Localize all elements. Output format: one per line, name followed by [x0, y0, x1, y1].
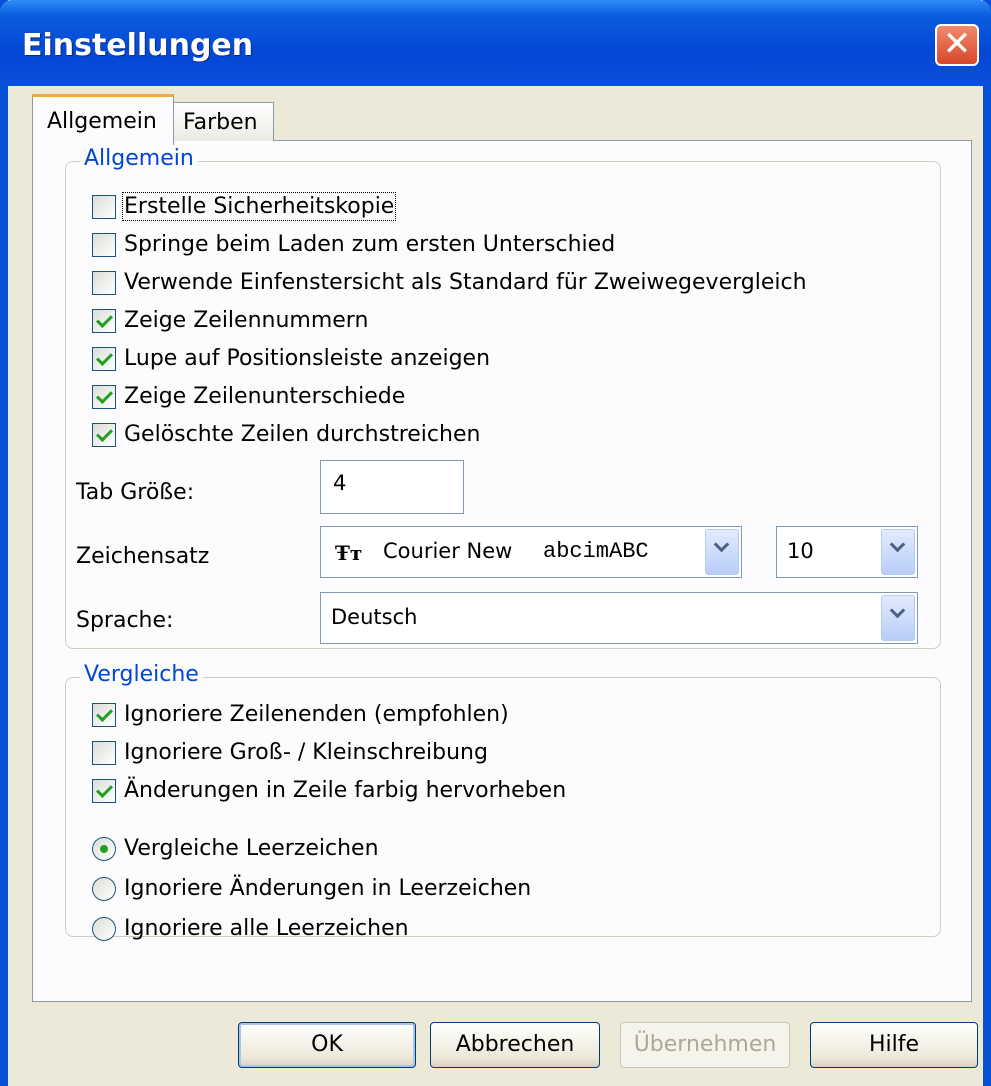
option-ignore-case-label: Ignoriere Groß- / Kleinschreibung: [124, 740, 488, 765]
option-ignore-line-endings-label: Ignoriere Zeilenenden (empfohlen): [124, 702, 509, 727]
compare-legend: Vergleiche: [80, 662, 203, 687]
apply-button[interactable]: Übernehmen: [620, 1022, 790, 1068]
close-button[interactable]: ✕: [935, 24, 979, 66]
checkbox-single-pane[interactable]: [92, 271, 116, 295]
font-size-value: 10: [787, 539, 814, 563]
checkbox-jump-first-diff[interactable]: [92, 233, 116, 257]
option-backup-label: Erstelle Sicherheitskopie: [121, 192, 397, 221]
language-dropdown[interactable]: Deutsch: [320, 592, 918, 644]
checkbox-ignore-case[interactable]: [92, 741, 116, 765]
tab-panel-allgemein: Allgemein Erstelle Sicherheitskopie Spri…: [32, 140, 972, 1002]
option-single-pane-label: Verwende Einfenstersicht als Standard fü…: [124, 270, 807, 295]
font-size-dropdown[interactable]: 10: [776, 526, 918, 578]
radio-ignore-whitespace-changes-label: Ignoriere Änderungen in Leerzeichen: [124, 876, 532, 901]
chevron-down-icon[interactable]: [881, 529, 915, 575]
truetype-icon: Ŧт: [335, 541, 363, 565]
help-button[interactable]: Hilfe: [810, 1022, 978, 1068]
title-bar[interactable]: Einstellungen ✕: [0, 0, 991, 86]
font-name: Courier New: [383, 539, 513, 563]
checkbox-strikethrough[interactable]: [92, 423, 116, 447]
checkbox-ignore-line-endings[interactable]: [92, 703, 116, 727]
font-dropdown[interactable]: Ŧт Courier New abcimABC: [320, 526, 742, 578]
checkbox-line-numbers[interactable]: [92, 309, 116, 333]
option-magnifier-label: Lupe auf Positionsleiste anzeigen: [124, 346, 491, 371]
chevron-down-icon[interactable]: [881, 595, 915, 641]
language-label: Sprache:: [76, 608, 174, 633]
radio-compare-whitespace-label: Vergleiche Leerzeichen: [124, 836, 379, 861]
checkbox-highlight-changes[interactable]: [92, 779, 116, 803]
general-legend: Allgemein: [80, 146, 198, 171]
tab-farben[interactable]: Farben: [172, 102, 274, 141]
option-jump-first-diff-label: Springe beim Laden zum ersten Unterschie…: [124, 232, 616, 257]
option-line-diffs-label: Zeige Zeilenunterschiede: [124, 384, 406, 409]
tab-size-input[interactable]: 4: [320, 460, 464, 514]
option-strikethrough-label: Gelöschte Zeilen durchstreichen: [124, 422, 481, 447]
checkbox-backup[interactable]: [92, 195, 116, 219]
chevron-down-icon[interactable]: [705, 529, 739, 575]
tab-label: Farben: [183, 110, 258, 135]
general-group: Allgemein Erstelle Sicherheitskopie Spri…: [65, 146, 941, 649]
radio-button[interactable]: [92, 877, 116, 901]
radio-button[interactable]: [92, 917, 116, 941]
window-title: Einstellungen: [22, 28, 254, 63]
tab-label: Allgemein: [47, 109, 157, 134]
tab-size-value: 4: [333, 471, 347, 495]
tab-size-label: Tab Größe:: [76, 480, 195, 505]
cancel-button[interactable]: Abbrechen: [430, 1022, 600, 1068]
option-highlight-changes-label: Änderungen in Zeile farbig hervorheben: [124, 778, 567, 803]
language-value: Deutsch: [331, 605, 418, 629]
option-line-numbers-label: Zeige Zeilennummern: [124, 308, 369, 333]
tab-allgemein[interactable]: Allgemein: [32, 94, 174, 145]
radio-ignore-all-whitespace-label: Ignoriere alle Leerzeichen: [124, 916, 409, 941]
radio-button[interactable]: [92, 837, 116, 861]
checkbox-magnifier[interactable]: [92, 347, 116, 371]
font-label: Zeichensatz: [76, 544, 210, 569]
checkbox-line-diffs[interactable]: [92, 385, 116, 409]
font-sample: abcimABC: [543, 539, 649, 564]
ok-button[interactable]: OK: [238, 1022, 416, 1068]
